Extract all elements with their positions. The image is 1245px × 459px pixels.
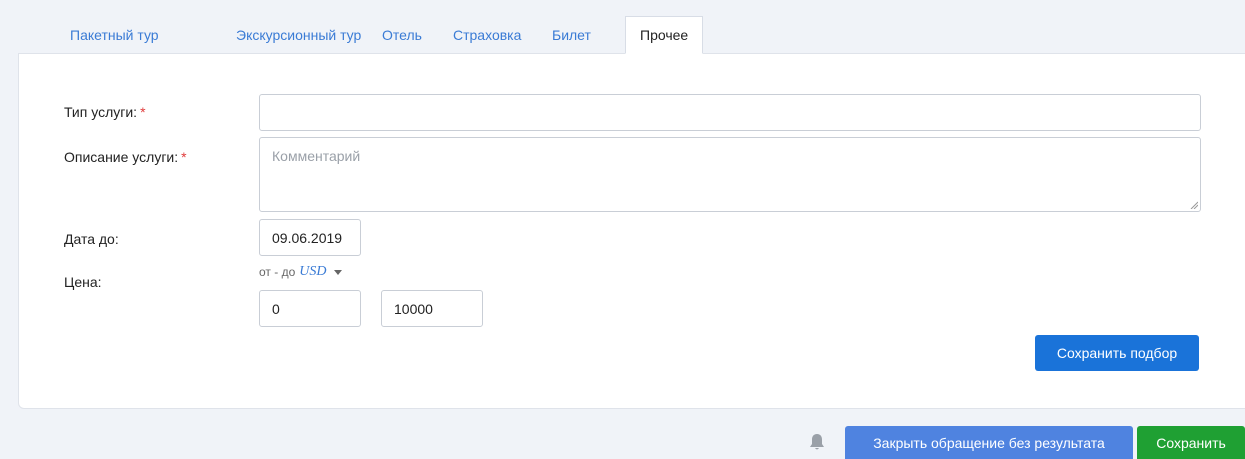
tab-label: Отель xyxy=(382,27,422,43)
description-label: Описание услуги: * xyxy=(64,149,187,165)
resize-grip-icon[interactable] xyxy=(1190,201,1198,209)
description-wrapper xyxy=(259,137,1201,212)
chevron-down-icon[interactable] xyxy=(334,269,343,275)
tab-ticket[interactable]: Билет xyxy=(552,16,591,54)
price-to-input[interactable] xyxy=(381,290,483,327)
description-label-text: Описание услуги: xyxy=(64,149,179,165)
date-label-text: Дата до: xyxy=(64,231,119,247)
price-from-input[interactable] xyxy=(259,290,361,327)
tab-hotel[interactable]: Отель xyxy=(382,16,422,54)
service-type-label-text: Тип услуги: xyxy=(64,104,138,120)
tab-insurance[interactable]: Страховка xyxy=(453,16,521,54)
price-range-text: от - до xyxy=(259,265,296,279)
price-label: Цена: xyxy=(64,274,102,290)
currency-selector[interactable]: USD xyxy=(299,264,326,280)
save-button[interactable]: Сохранить xyxy=(1137,426,1245,459)
required-mark: * xyxy=(140,104,146,120)
tab-label: Прочее xyxy=(640,27,689,43)
tab-label: Пакетный тур xyxy=(70,27,159,43)
close-without-result-button[interactable]: Закрыть обращение без результата xyxy=(845,426,1133,459)
tab-excursion-tour[interactable]: Экскурсионный тур xyxy=(236,16,361,54)
price-range-hint: от - до USD xyxy=(259,264,343,280)
tab-label: Страховка xyxy=(453,27,522,43)
save-selection-button[interactable]: Сохранить подбор xyxy=(1035,335,1199,371)
date-label: Дата до: xyxy=(64,231,119,247)
tab-other[interactable]: Прочее xyxy=(625,16,704,54)
tab-package-tour[interactable]: Пакетный тур xyxy=(70,16,159,54)
date-input[interactable] xyxy=(259,219,361,256)
description-textarea[interactable] xyxy=(259,137,1201,212)
tab-label: Билет xyxy=(552,27,591,43)
service-type-label: Тип услуги: * xyxy=(64,104,146,120)
required-mark: * xyxy=(181,149,187,165)
bell-icon[interactable] xyxy=(808,432,826,452)
price-label-text: Цена: xyxy=(64,274,102,290)
service-type-input[interactable] xyxy=(259,94,1201,131)
tab-label: Экскурсионный тур xyxy=(236,27,362,43)
